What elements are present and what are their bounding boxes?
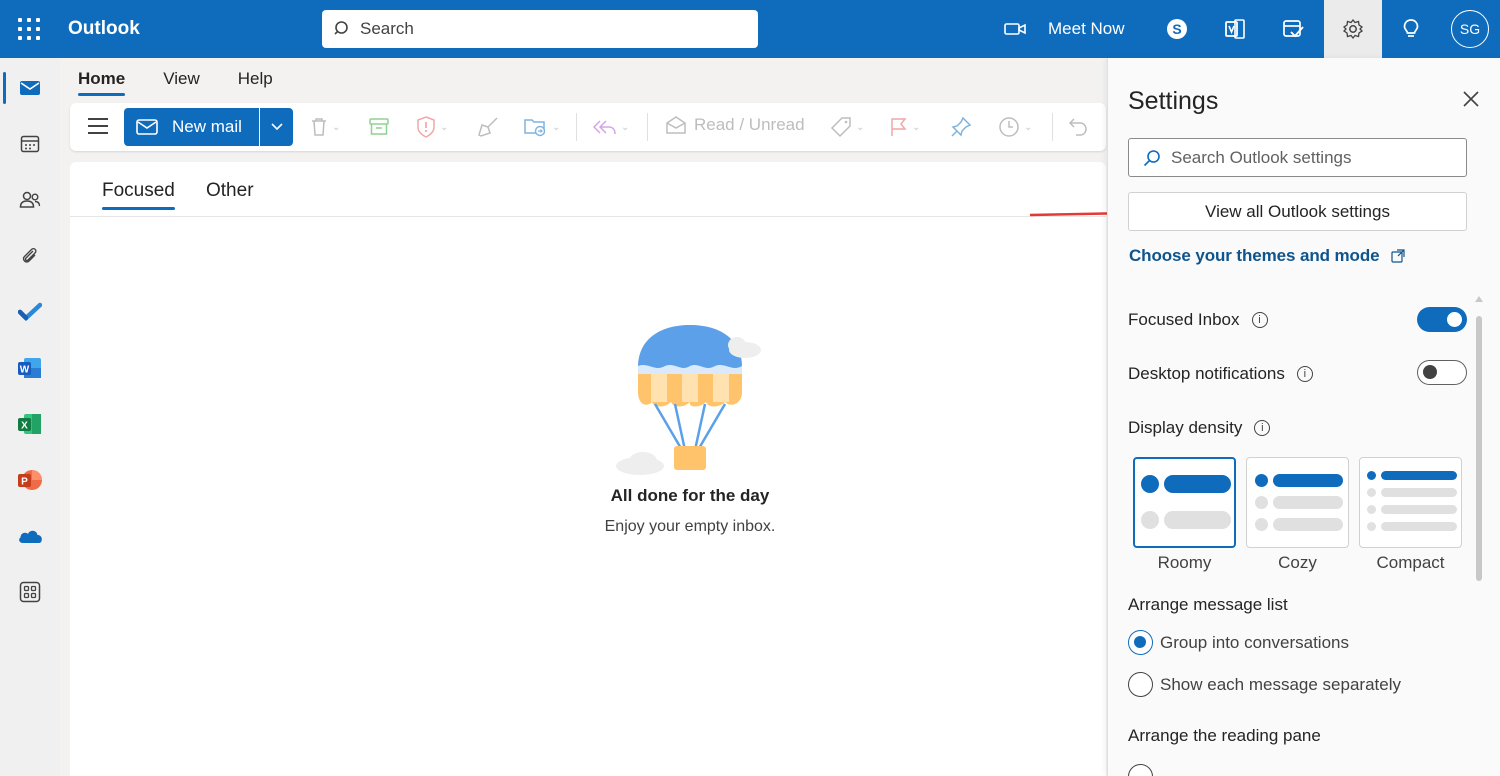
density-cozy-label: Cozy — [1246, 553, 1349, 573]
svg-text:W: W — [20, 365, 30, 376]
search-icon — [1143, 149, 1161, 167]
inbox-pivots: Focused Other — [70, 162, 1106, 217]
archive-icon[interactable] — [369, 115, 389, 139]
density-cozy-option[interactable] — [1246, 457, 1349, 548]
settings-title: Settings — [1128, 87, 1218, 116]
focused-inbox-toggle[interactable] — [1417, 307, 1467, 332]
sweep-icon[interactable] — [477, 115, 499, 139]
arrange-reading-pane-heading: Arrange the reading pane — [1128, 726, 1321, 746]
group-conversations-label[interactable]: Group into conversations — [1160, 633, 1349, 653]
pin-icon[interactable] — [950, 115, 972, 139]
envelope-open-icon — [666, 116, 686, 134]
search-placeholder: Search — [360, 19, 414, 39]
new-mail-dropdown[interactable] — [260, 108, 293, 146]
info-icon[interactable]: i — [1297, 366, 1313, 382]
new-mail-label: New mail — [172, 117, 242, 137]
density-roomy-option[interactable] — [1133, 457, 1236, 548]
density-compact-label: Compact — [1359, 553, 1462, 573]
app-name[interactable]: Outlook — [68, 18, 140, 40]
svg-text:P: P — [21, 477, 28, 488]
calendar-icon[interactable] — [0, 118, 60, 170]
desktop-notifications-label: Desktop notifications — [1128, 364, 1285, 384]
video-camera-icon — [1004, 21, 1028, 37]
focused-inbox-label: Focused Inbox — [1128, 310, 1240, 330]
density-roomy-label: Roomy — [1133, 553, 1236, 573]
message-list: Focused Other All done for the day Enjoy… — [70, 162, 1106, 776]
avatar[interactable]: SG — [1451, 10, 1489, 48]
open-external-icon — [1391, 249, 1405, 263]
search-box[interactable]: Search — [322, 10, 758, 48]
top-bar: Outlook Search Meet Now S SG — [0, 0, 1500, 58]
close-icon[interactable] — [1460, 88, 1482, 110]
desktop-notifications-row: Desktop notifications i — [1128, 364, 1313, 384]
mail-icon[interactable] — [0, 62, 60, 114]
reply-all-icon[interactable]: ⌄ — [593, 115, 629, 139]
my-day-icon[interactable] — [1264, 0, 1322, 58]
radio-reading-pane-option[interactable] — [1128, 764, 1153, 776]
show-separately-label[interactable]: Show each message separately — [1160, 675, 1401, 695]
onedrive-icon[interactable] — [0, 510, 60, 562]
hamburger-menu-icon[interactable] — [88, 118, 108, 136]
read-unread-button[interactable]: Read / Unread — [666, 115, 805, 135]
skype-icon[interactable]: S — [1148, 0, 1206, 58]
focused-inbox-row: Focused Inbox i — [1128, 310, 1268, 330]
pivot-focused[interactable]: Focused — [102, 180, 175, 202]
arrange-message-list-heading: Arrange message list — [1128, 595, 1288, 615]
snooze-clock-icon[interactable]: ⌄ — [998, 115, 1032, 139]
flag-icon[interactable]: ⌄ — [890, 115, 920, 139]
info-icon[interactable]: i — [1252, 312, 1268, 328]
display-density-row: Display density i — [1128, 418, 1270, 438]
radio-show-separately[interactable] — [1128, 672, 1153, 697]
ribbon-toolbar: New mail ⌄ ⌄ ⌄ ⌄ Read / Unread ⌄ ⌄ ⌄ — [70, 103, 1106, 151]
excel-icon[interactable]: X — [0, 398, 60, 450]
pivot-other[interactable]: Other — [206, 180, 254, 202]
scroll-up-arrow[interactable] — [1475, 296, 1483, 302]
move-to-folder-icon[interactable]: ⌄ — [524, 115, 560, 139]
empty-state-title: All done for the day — [500, 486, 880, 506]
display-density-label: Display density — [1128, 418, 1242, 438]
svg-text:X: X — [21, 421, 28, 432]
meet-now-button[interactable]: Meet Now — [1004, 14, 1125, 44]
envelope-icon — [136, 119, 158, 135]
meet-now-label: Meet Now — [1048, 19, 1125, 39]
powerpoint-icon[interactable]: P — [0, 454, 60, 506]
tab-help[interactable]: Help — [238, 58, 273, 102]
svg-text:S: S — [1172, 21, 1181, 37]
themes-link-label: Choose your themes and mode — [1129, 246, 1379, 266]
empty-state-subtitle: Enjoy your empty inbox. — [500, 518, 880, 536]
read-unread-label: Read / Unread — [694, 115, 805, 135]
todo-icon[interactable] — [0, 286, 60, 338]
tab-view[interactable]: View — [163, 58, 200, 102]
report-icon[interactable]: ⌄ — [416, 115, 448, 139]
teams-icon[interactable] — [1206, 0, 1264, 58]
chevron-down-icon — [271, 123, 283, 131]
lightbulb-icon[interactable] — [1382, 0, 1440, 58]
radio-group-conversations[interactable] — [1128, 630, 1153, 655]
themes-link[interactable]: Choose your themes and mode — [1129, 246, 1405, 266]
desktop-notifications-toggle[interactable] — [1417, 360, 1467, 385]
view-all-settings-button[interactable]: View all Outlook settings — [1128, 192, 1467, 231]
search-icon — [334, 20, 352, 38]
app-launcher-icon[interactable] — [18, 18, 40, 40]
settings-gear-icon[interactable] — [1324, 0, 1382, 58]
info-icon[interactable]: i — [1254, 420, 1270, 436]
density-compact-option[interactable] — [1359, 457, 1462, 548]
more-apps-icon[interactable] — [0, 566, 60, 618]
settings-search-input[interactable]: Search Outlook settings — [1128, 138, 1467, 177]
hot-air-balloon-illustration — [615, 322, 765, 477]
settings-search-placeholder: Search Outlook settings — [1171, 148, 1351, 168]
tab-home[interactable]: Home — [78, 58, 125, 102]
tag-icon[interactable]: ⌄ — [830, 115, 864, 139]
word-icon[interactable]: W — [0, 342, 60, 394]
app-rail: W X P — [0, 58, 60, 776]
people-icon[interactable] — [0, 174, 60, 226]
scrollbar-thumb[interactable] — [1476, 316, 1482, 581]
new-mail-button[interactable]: New mail — [124, 108, 259, 146]
settings-panel: Settings Search Outlook settings View al… — [1107, 58, 1500, 776]
paperclip-icon[interactable] — [0, 230, 60, 282]
undo-icon[interactable] — [1068, 115, 1088, 139]
ribbon-tabs: Home View Help — [60, 58, 293, 102]
delete-icon[interactable]: ⌄ — [310, 115, 340, 139]
